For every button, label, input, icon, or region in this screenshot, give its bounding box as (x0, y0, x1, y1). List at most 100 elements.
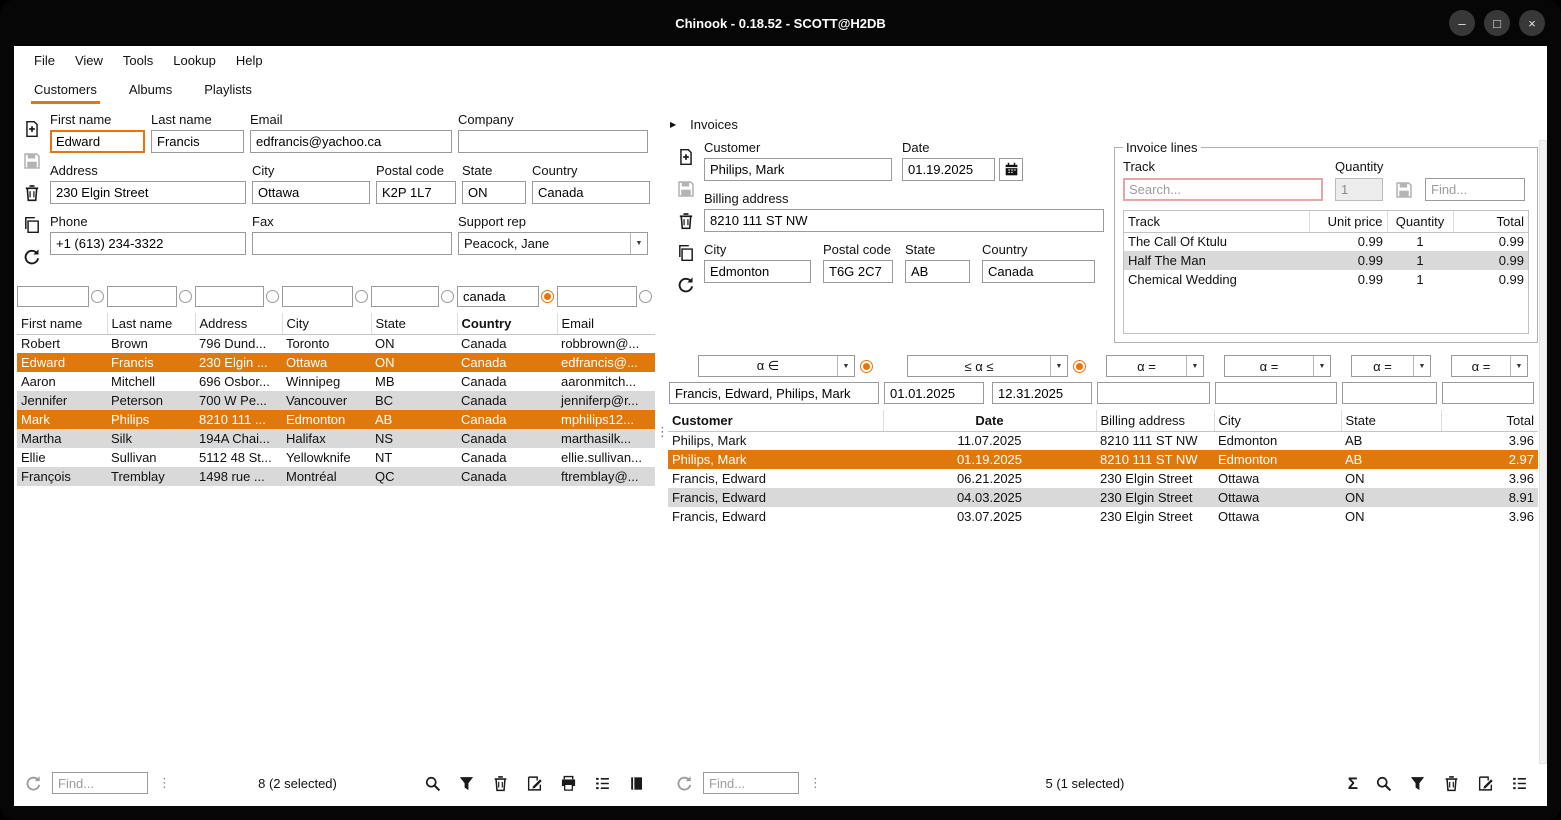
column-header[interactable]: State (1341, 410, 1441, 431)
column-header[interactable]: City (1214, 410, 1341, 431)
delete-icon[interactable] (1443, 775, 1460, 792)
table-row[interactable]: EdwardFrancis230 Elgin ...OttawaONCanada… (17, 353, 655, 372)
columns-icon[interactable] (594, 775, 611, 792)
refresh-icon[interactable] (676, 775, 693, 792)
edit-icon[interactable] (526, 775, 543, 792)
column-header[interactable]: Billing address (1096, 410, 1214, 431)
toolbar-grip[interactable]: ⋮ (158, 775, 171, 791)
copy-icon[interactable] (23, 216, 41, 234)
delete-icon[interactable] (492, 775, 509, 792)
divider-expand-icon[interactable]: ▶ (670, 120, 676, 129)
date-field[interactable] (902, 158, 995, 181)
column-search-field[interactable] (557, 286, 637, 307)
print-icon[interactable] (560, 775, 577, 792)
column-search-field[interactable] (282, 286, 353, 307)
column-header[interactable]: Date (883, 410, 1096, 431)
save-icon[interactable] (677, 180, 695, 198)
menu-help[interactable]: Help (226, 53, 273, 68)
state-field[interactable] (462, 181, 526, 204)
condition-value-field[interactable] (1097, 382, 1210, 404)
condition-operator-combo[interactable]: ≤ α ≤▼ (907, 355, 1068, 377)
condition-operator-combo[interactable]: α =▼ (1451, 355, 1528, 377)
column-search-toggle[interactable] (355, 290, 368, 303)
quantity-field[interactable] (1335, 178, 1383, 201)
dependencies-icon[interactable] (628, 775, 645, 792)
customers-table[interactable]: First nameLast nameAddressCityStateCount… (17, 313, 655, 486)
refresh-icon[interactable] (23, 248, 41, 266)
column-search-field[interactable] (371, 286, 439, 307)
table-row[interactable]: MarthaSilk194A Chai...HalifaxNSCanadamar… (17, 429, 655, 448)
delete-icon[interactable] (23, 184, 41, 202)
column-search-toggle[interactable] (179, 290, 192, 303)
condition-value-field[interactable] (1215, 382, 1337, 404)
postal-code-field[interactable] (376, 181, 456, 204)
invoices-table[interactable]: CustomerDateBilling addressCityStateTota… (668, 410, 1538, 526)
save-icon[interactable] (23, 152, 41, 170)
column-search-toggle[interactable] (441, 290, 454, 303)
postal-code-field[interactable] (823, 260, 893, 283)
table-row[interactable]: AaronMitchell696 Osbor...WinnipegMBCanad… (17, 372, 655, 391)
column-search-field[interactable] (107, 286, 177, 307)
refresh-icon[interactable] (25, 775, 42, 792)
country-field[interactable] (982, 260, 1095, 283)
delete-icon[interactable] (677, 212, 695, 230)
column-header[interactable]: Total (1453, 211, 1528, 232)
column-header[interactable]: Email (557, 313, 655, 334)
table-row[interactable]: FrançoisTremblay1498 rue ...MontréalQCCa… (17, 467, 655, 486)
add-icon[interactable] (23, 120, 41, 138)
table-row[interactable]: Francis, Edward06.21.2025230 Elgin Stree… (668, 469, 1538, 488)
edit-icon[interactable] (1477, 775, 1494, 792)
table-row[interactable]: Philips, Mark01.19.20258210 111 ST NWEdm… (668, 450, 1538, 469)
table-row[interactable]: The Call Of Ktulu0.9910.99 (1124, 232, 1528, 251)
column-header[interactable]: Customer (668, 410, 883, 431)
condition-operator-combo[interactable]: α =▼ (1351, 355, 1431, 377)
tab-albums[interactable]: Albums (126, 77, 175, 104)
company-field[interactable] (458, 130, 648, 153)
menu-lookup[interactable]: Lookup (163, 53, 226, 68)
city-field[interactable] (252, 181, 370, 204)
column-header[interactable]: First name (17, 313, 107, 334)
filter-icon[interactable] (1409, 775, 1426, 792)
minimize-button[interactable]: – (1449, 10, 1475, 36)
column-header[interactable]: State (371, 313, 457, 334)
billing-address-field[interactable] (704, 209, 1104, 232)
condition-value-field[interactable] (1442, 382, 1534, 404)
track-find-input[interactable] (1425, 178, 1525, 201)
phone-field[interactable] (50, 232, 246, 255)
column-search-field[interactable] (195, 286, 264, 307)
sum-icon[interactable]: Σ (1348, 775, 1358, 792)
first-name-field[interactable] (50, 130, 145, 153)
column-search-field[interactable] (17, 286, 89, 307)
vertical-scrollbar[interactable] (1539, 140, 1547, 764)
tab-playlists[interactable]: Playlists (201, 77, 255, 104)
state-field[interactable] (905, 260, 970, 283)
find-input[interactable] (52, 772, 148, 794)
menu-tools[interactable]: Tools (113, 53, 163, 68)
table-row[interactable]: RobertBrown796 Dund...TorontoONCanadarob… (17, 334, 655, 353)
search-icon[interactable] (1375, 775, 1392, 792)
track-search-field[interactable] (1123, 178, 1323, 201)
column-search-toggle[interactable] (639, 290, 652, 303)
column-search-toggle[interactable] (91, 290, 104, 303)
address-field[interactable] (50, 181, 246, 204)
city-field[interactable] (704, 260, 811, 283)
last-name-field[interactable] (151, 130, 244, 153)
fax-field[interactable] (252, 232, 452, 255)
table-row[interactable]: Francis, Edward03.07.2025230 Elgin Stree… (668, 507, 1538, 526)
condition-value-field[interactable] (669, 382, 879, 404)
column-header[interactable]: Total (1441, 410, 1538, 431)
table-row[interactable]: Philips, Mark11.07.20258210 111 ST NWEdm… (668, 431, 1538, 450)
table-row[interactable]: Chemical Wedding0.9910.99 (1124, 270, 1528, 289)
column-search-field[interactable] (457, 286, 539, 307)
invoice-lines-table[interactable]: TrackUnit priceQuantityTotal The Call Of… (1124, 211, 1528, 289)
column-header[interactable]: Quantity (1387, 211, 1453, 232)
tab-customers[interactable]: Customers (31, 77, 100, 104)
menu-file[interactable]: File (24, 53, 65, 68)
tab-invoices[interactable]: Invoices (682, 111, 746, 138)
maximize-button[interactable]: □ (1484, 10, 1510, 36)
column-search-toggle[interactable] (266, 290, 279, 303)
email-field[interactable] (250, 130, 452, 153)
add-icon[interactable] (677, 148, 695, 166)
menu-view[interactable]: View (65, 53, 113, 68)
filter-icon[interactable] (458, 775, 475, 792)
